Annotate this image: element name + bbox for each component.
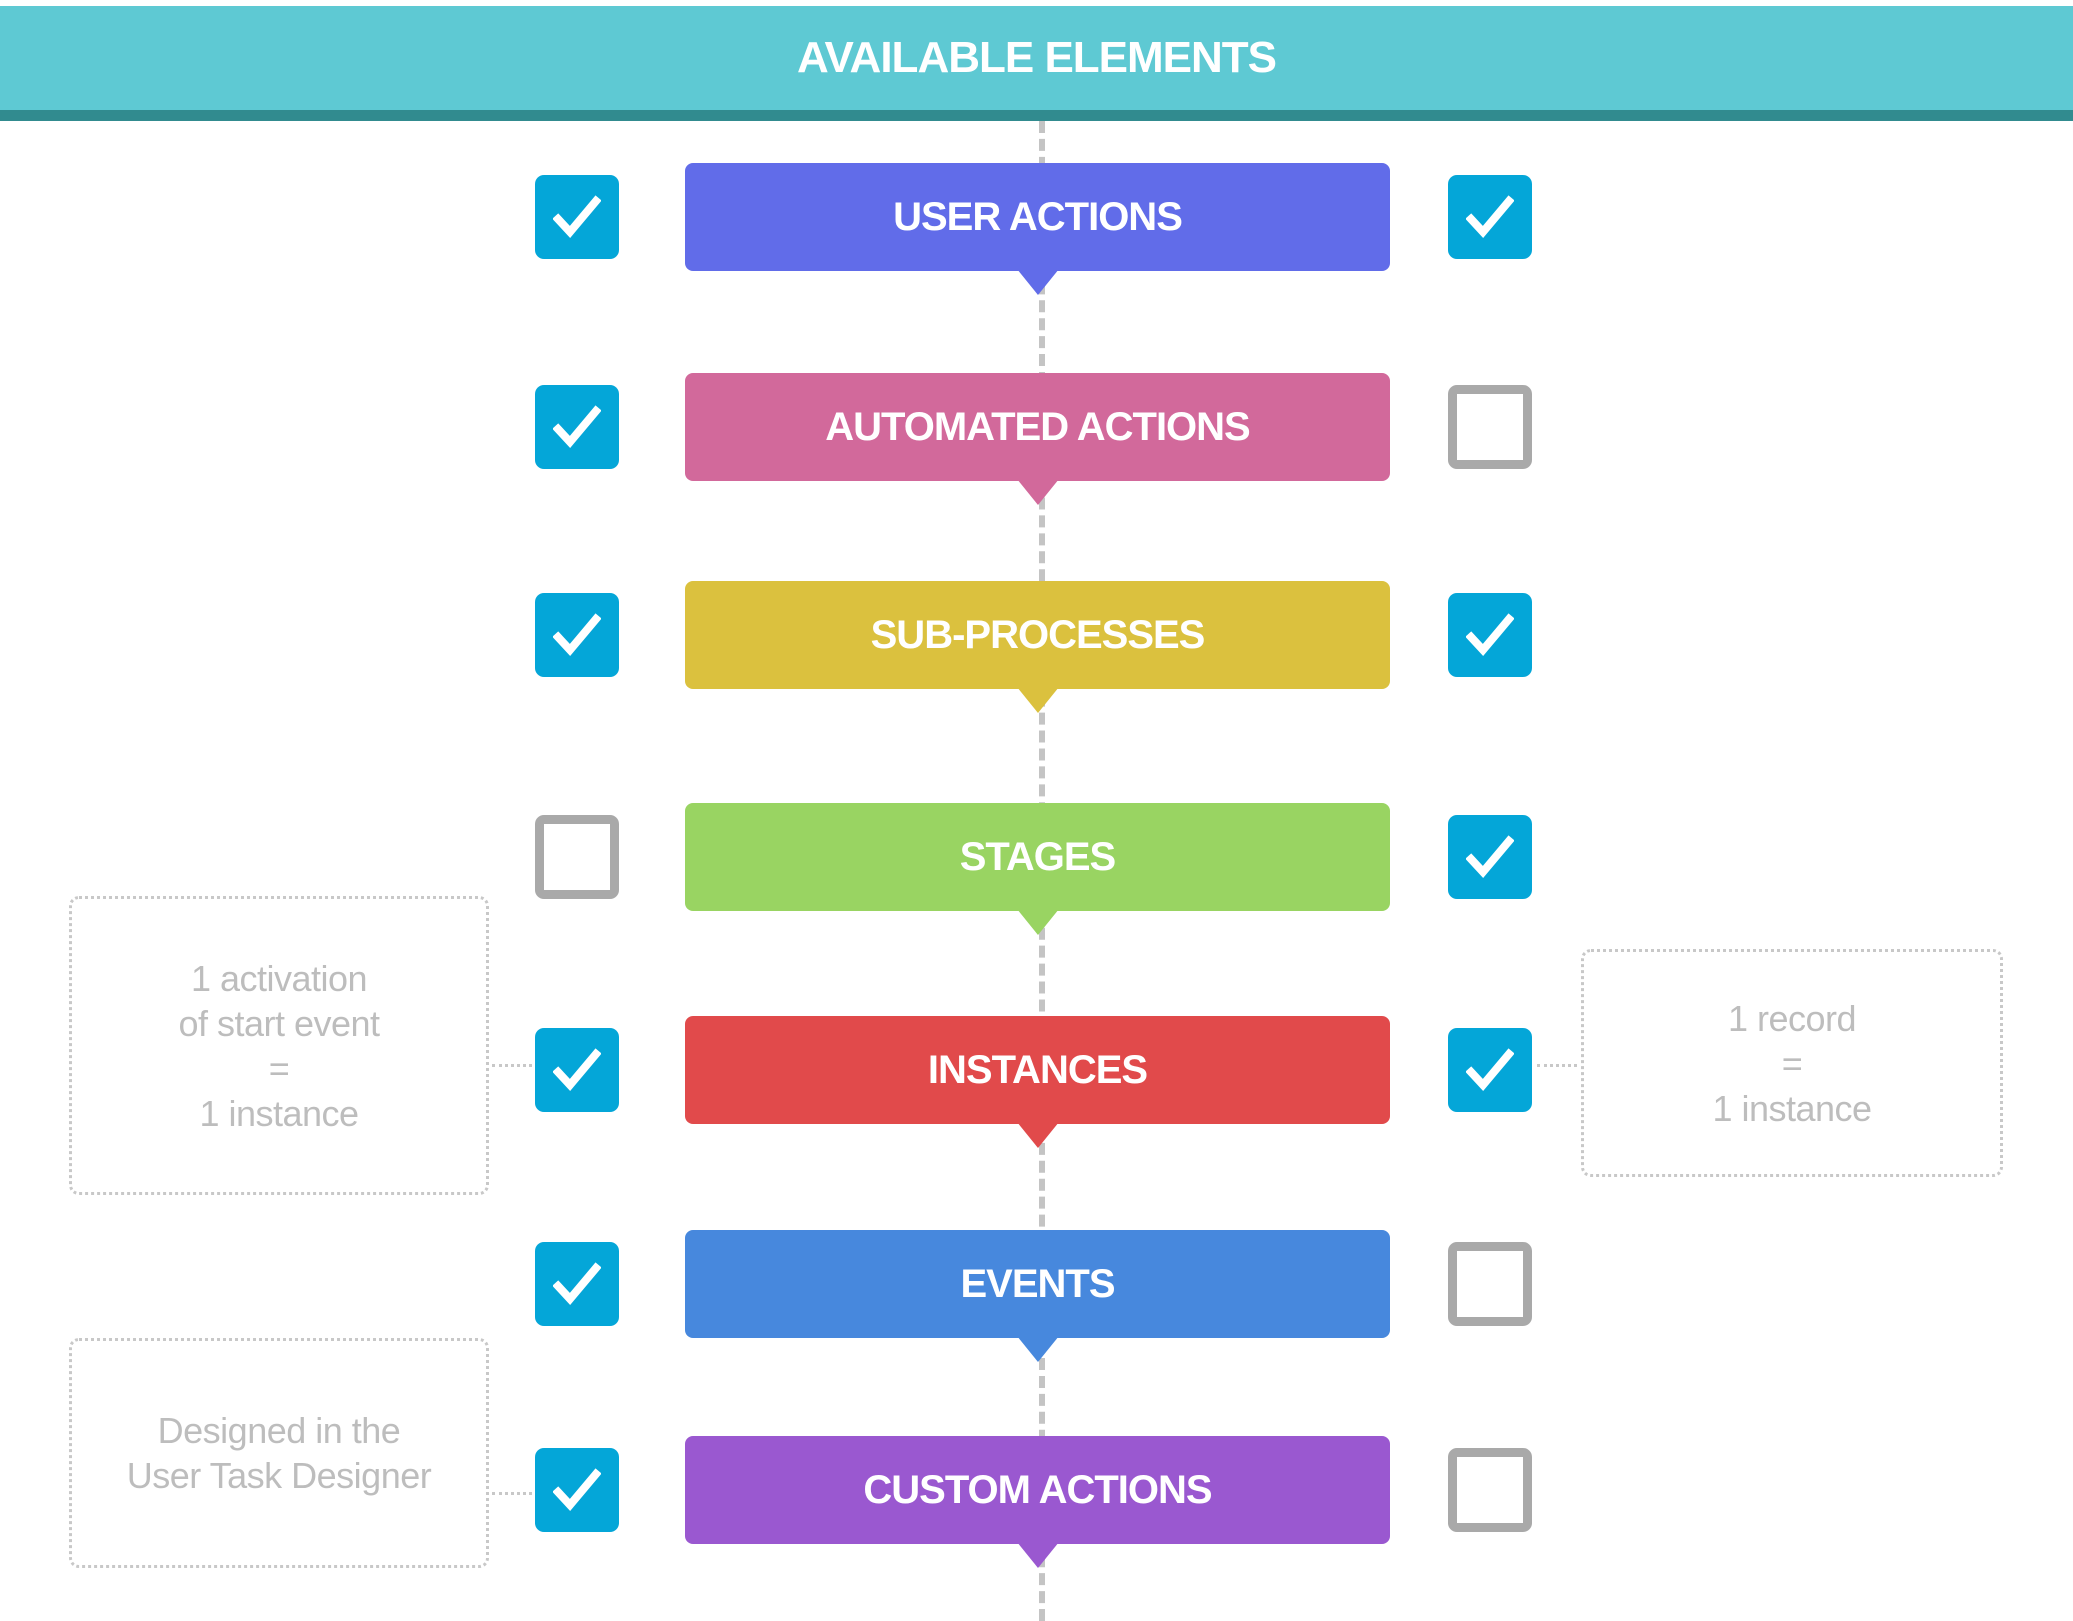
- note-connector: [492, 1492, 532, 1495]
- element-banner-instances: INSTANCES: [685, 1016, 1390, 1148]
- note-custom-actions-left: Designed in the User Task Designer: [69, 1338, 489, 1568]
- left-checkbox-user-actions[interactable]: [535, 175, 619, 259]
- right-checkbox-automated-actions[interactable]: [1448, 385, 1532, 469]
- element-banner-stages: STAGES: [685, 803, 1390, 935]
- left-checkbox-stages[interactable]: [535, 815, 619, 899]
- element-label: STAGES: [959, 835, 1117, 879]
- left-checkbox-events[interactable]: [535, 1242, 619, 1326]
- left-checkbox-automated-actions[interactable]: [535, 385, 619, 469]
- element-label: SUB-PROCESSES: [870, 613, 1206, 657]
- element-banner-custom-actions: CUSTOM ACTIONS: [685, 1436, 1390, 1568]
- header-underline: [0, 110, 2073, 121]
- note-connector: [1537, 1064, 1577, 1067]
- checkmark-icon: [553, 405, 601, 449]
- checkmark-icon: [1466, 613, 1514, 657]
- left-checkbox-instances[interactable]: [535, 1028, 619, 1112]
- banner-pointer-arrow: [1017, 1542, 1059, 1568]
- note-line: 1 record: [1727, 997, 1857, 1039]
- element-banner-user-actions: USER ACTIONS: [685, 163, 1390, 295]
- note-line: 1 activation: [190, 957, 368, 999]
- left-checkbox-sub-processes[interactable]: [535, 593, 619, 677]
- element-label: INSTANCES: [927, 1048, 1148, 1092]
- checkmark-icon: [553, 1468, 601, 1512]
- note-instances-left: 1 activation of start event = 1 instance: [69, 896, 489, 1195]
- checkmark-icon: [553, 613, 601, 657]
- note-line: User Task Designer: [126, 1455, 432, 1496]
- right-checkbox-custom-actions[interactable]: [1448, 1448, 1532, 1532]
- page-title: AVAILABLE ELEMENTS: [796, 33, 1277, 82]
- banner-pointer-arrow: [1017, 909, 1059, 935]
- checkmark-icon: [1466, 1048, 1514, 1092]
- right-checkbox-stages[interactable]: [1448, 815, 1532, 899]
- note-line: =: [1781, 1042, 1803, 1084]
- note-line: 1 instance: [1712, 1087, 1872, 1129]
- checkmark-icon: [1466, 195, 1514, 239]
- banner-pointer-arrow: [1017, 1122, 1059, 1148]
- note-line: Designed in the: [157, 1410, 401, 1451]
- checkmark-icon: [553, 195, 601, 239]
- element-label: USER ACTIONS: [893, 195, 1183, 239]
- banner-pointer-arrow: [1017, 1336, 1059, 1362]
- note-instances-right: 1 record = 1 instance: [1581, 949, 2003, 1177]
- element-label: AUTOMATED ACTIONS: [825, 405, 1250, 449]
- banner-pointer-arrow: [1017, 269, 1059, 295]
- element-label: CUSTOM ACTIONS: [863, 1468, 1212, 1512]
- note-connector: [492, 1064, 532, 1067]
- element-banner-automated-actions: AUTOMATED ACTIONS: [685, 373, 1390, 505]
- right-checkbox-events[interactable]: [1448, 1242, 1532, 1326]
- element-banner-sub-processes: SUB-PROCESSES: [685, 581, 1390, 713]
- right-checkbox-sub-processes[interactable]: [1448, 593, 1532, 677]
- note-line: 1 instance: [199, 1092, 359, 1134]
- left-checkbox-custom-actions[interactable]: [535, 1448, 619, 1532]
- banner-pointer-arrow: [1017, 687, 1059, 713]
- checkmark-icon: [553, 1048, 601, 1092]
- banner-pointer-arrow: [1017, 479, 1059, 505]
- note-line: =: [268, 1047, 290, 1089]
- element-banner-events: EVENTS: [685, 1230, 1390, 1362]
- note-line: of start event: [178, 1002, 380, 1044]
- element-label: EVENTS: [960, 1262, 1115, 1306]
- right-checkbox-instances[interactable]: [1448, 1028, 1532, 1112]
- right-checkbox-user-actions[interactable]: [1448, 175, 1532, 259]
- checkmark-icon: [553, 1262, 601, 1306]
- checkmark-icon: [1466, 835, 1514, 879]
